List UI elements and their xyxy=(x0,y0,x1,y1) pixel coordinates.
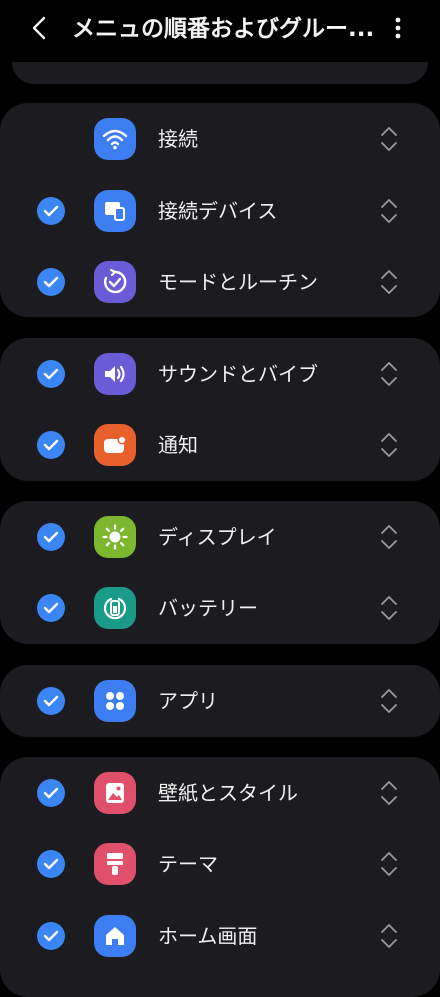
drag-handle-icon xyxy=(381,781,397,805)
reorder-handle[interactable] xyxy=(376,685,402,717)
more-options-button[interactable] xyxy=(384,12,412,44)
check-icon xyxy=(43,368,59,380)
chevron-left-icon xyxy=(32,16,46,40)
menu-item-home-screen[interactable]: ホーム画面 xyxy=(0,900,440,972)
checkbox-checked[interactable] xyxy=(37,594,65,622)
reorder-handle[interactable] xyxy=(376,848,402,880)
menu-item-label: モードとルーチン xyxy=(158,270,318,294)
reorder-handle[interactable] xyxy=(376,358,402,390)
drag-handle-icon xyxy=(381,852,397,876)
devices-icon xyxy=(94,190,136,232)
menu-item-connections[interactable]: 接続 xyxy=(0,103,440,175)
checkbox-checked[interactable] xyxy=(37,268,65,296)
drag-handle-icon xyxy=(381,525,397,549)
checkbox-checked[interactable] xyxy=(37,922,65,950)
back-button[interactable] xyxy=(24,12,56,44)
menu-group-card: 接続 接続デバイス モードとルーチン xyxy=(0,103,440,317)
previous-card-edge xyxy=(12,62,428,84)
drag-handle-icon xyxy=(381,362,397,386)
checkbox-checked[interactable] xyxy=(37,431,65,459)
menu-item-label: ディスプレイ xyxy=(158,525,277,549)
reorder-handle[interactable] xyxy=(376,920,402,952)
drag-handle-icon xyxy=(381,270,397,294)
menu-item-label: バッテリー xyxy=(158,596,258,620)
check-icon xyxy=(43,439,59,451)
reorder-handle[interactable] xyxy=(376,521,402,553)
checkbox-checked[interactable] xyxy=(37,197,65,225)
more-vertical-icon xyxy=(395,17,401,39)
app-header: メニュの順番およびグルー... xyxy=(0,0,440,58)
drag-handle-icon xyxy=(381,596,397,620)
menu-item-modes-routines[interactable]: モードとルーチン xyxy=(0,246,440,318)
menu-item-display[interactable]: ディスプレイ xyxy=(0,501,440,573)
reorder-handle[interactable] xyxy=(376,429,402,461)
battery-icon xyxy=(94,587,136,629)
home-icon xyxy=(94,915,136,957)
drag-handle-icon xyxy=(381,199,397,223)
drag-handle-icon xyxy=(381,924,397,948)
check-icon xyxy=(43,858,59,870)
check-icon xyxy=(43,930,59,942)
checkbox-checked[interactable] xyxy=(37,360,65,388)
menu-item-label: ホーム画面 xyxy=(158,924,258,948)
page-title: メニュの順番およびグルー... xyxy=(72,16,372,42)
menu-item-label: アプリ xyxy=(158,689,218,713)
checkbox-checked[interactable] xyxy=(37,850,65,878)
menu-item-sounds-vibration[interactable]: サウンドとバイブ xyxy=(0,338,440,410)
menu-item-label: 通知 xyxy=(158,433,198,457)
notification-icon xyxy=(94,424,136,466)
speaker-icon xyxy=(94,353,136,395)
reorder-handle[interactable] xyxy=(376,195,402,227)
menu-item-apps[interactable]: アプリ xyxy=(0,665,440,737)
reorder-handle[interactable] xyxy=(376,266,402,298)
check-icon xyxy=(43,531,59,543)
drag-handle-icon xyxy=(381,689,397,713)
menu-item-label: テーマ xyxy=(158,852,218,876)
menu-group-card: ディスプレイ バッテリー xyxy=(0,501,440,644)
checkbox-checked[interactable] xyxy=(37,523,65,551)
menu-item-label: 接続 xyxy=(158,127,198,151)
check-icon xyxy=(43,695,59,707)
menu-item-wallpaper-style[interactable]: 壁紙とスタイル xyxy=(0,757,440,829)
sun-icon xyxy=(94,516,136,558)
menu-group-card: 壁紙とスタイル テーマ ホーム画面 xyxy=(0,757,440,997)
menu-item-label: サウンドとバイブ xyxy=(158,362,318,386)
modes-routines-icon xyxy=(94,261,136,303)
checkbox-checked[interactable] xyxy=(37,779,65,807)
wallpaper-icon xyxy=(94,772,136,814)
menu-item-battery[interactable]: バッテリー xyxy=(0,572,440,644)
reorder-handle[interactable] xyxy=(376,123,402,155)
theme-brush-icon xyxy=(94,843,136,885)
menu-item-themes[interactable]: テーマ xyxy=(0,828,440,900)
apps-grid-icon xyxy=(94,680,136,722)
check-icon xyxy=(43,602,59,614)
reorder-handle[interactable] xyxy=(376,777,402,809)
menu-item-label: 接続デバイス xyxy=(158,199,278,223)
menu-group-card: サウンドとバイブ 通知 xyxy=(0,338,440,481)
menu-group-card: アプリ xyxy=(0,665,440,737)
check-icon xyxy=(43,205,59,217)
menu-item-label: 壁紙とスタイル xyxy=(158,781,298,805)
checkbox-checked[interactable] xyxy=(37,687,65,715)
check-icon xyxy=(43,787,59,799)
check-icon xyxy=(43,276,59,288)
wifi-icon xyxy=(94,118,136,160)
menu-item-notifications[interactable]: 通知 xyxy=(0,409,440,481)
drag-handle-icon xyxy=(381,433,397,457)
reorder-handle[interactable] xyxy=(376,592,402,624)
drag-handle-icon xyxy=(381,127,397,151)
menu-item-connected-devices[interactable]: 接続デバイス xyxy=(0,175,440,247)
